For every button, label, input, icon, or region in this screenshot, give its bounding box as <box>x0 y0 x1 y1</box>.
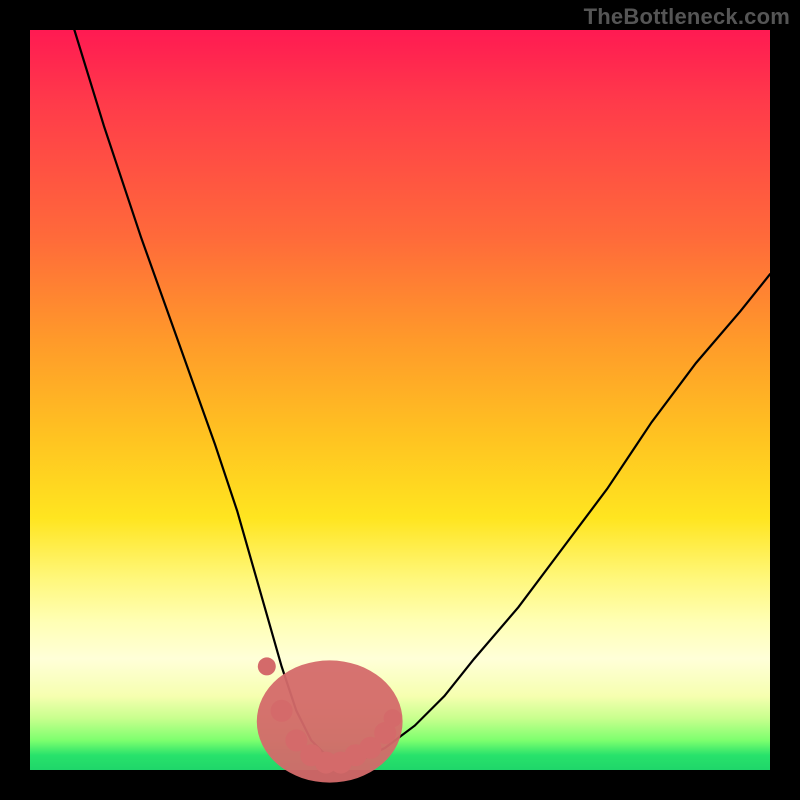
marker-point <box>384 709 402 727</box>
curve-layer <box>30 30 770 770</box>
watermark-text: TheBottleneck.com <box>584 4 790 30</box>
marker-point <box>271 700 293 722</box>
marker-group <box>257 657 403 782</box>
marker-point <box>258 657 276 675</box>
chart-stage: TheBottleneck.com <box>0 0 800 800</box>
plot-area <box>30 30 770 770</box>
bottleneck-curve <box>74 30 770 763</box>
